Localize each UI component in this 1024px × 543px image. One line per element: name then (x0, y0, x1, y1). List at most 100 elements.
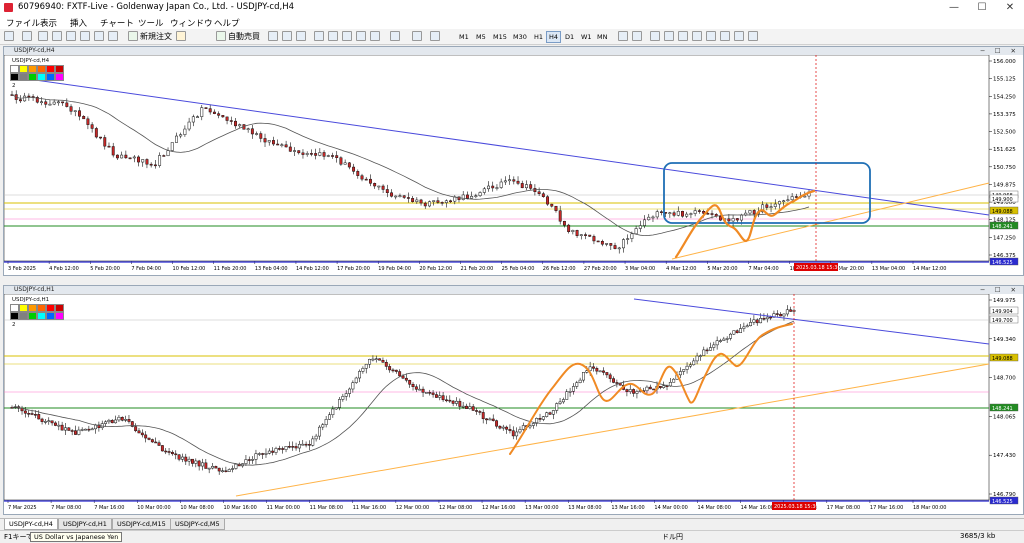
chart-window-h1[interactable]: USDJPY-cd,H1 ─ ☐ ✕ 149.975 149.340 148.700… (3, 285, 1024, 515)
timeframe-m15[interactable]: M15 (490, 31, 510, 43)
palette-color-swatch[interactable] (10, 312, 19, 320)
chart-zoom-icon[interactable] (38, 31, 48, 41)
trendline-icon[interactable] (678, 31, 688, 41)
palette-color-swatch[interactable] (28, 312, 37, 320)
tab-usdjpy-h4[interactable]: USDJPY-cd,H4 (4, 519, 58, 530)
menu-chart[interactable]: チャート (100, 17, 134, 29)
candle-body (652, 388, 656, 391)
tab-usdjpy-m5[interactable]: USDJPY-cd,M5 (170, 519, 225, 530)
timeframe-h1[interactable]: H1 (531, 31, 546, 43)
horizontal-line-icon[interactable] (664, 31, 674, 41)
close-button[interactable]: ✕ (996, 0, 1024, 16)
palette-color-swatch[interactable] (19, 312, 28, 320)
palette-color-swatch[interactable] (55, 312, 64, 320)
vertical-line-icon[interactable] (650, 31, 660, 41)
palette-color-swatch[interactable] (37, 65, 46, 73)
palette-color-swatch[interactable] (19, 73, 28, 81)
palette-color-swatch[interactable] (37, 304, 46, 312)
zoom-out-icon[interactable] (328, 31, 338, 41)
palette-color-swatch[interactable] (10, 304, 19, 312)
palette-color-swatch[interactable] (28, 65, 37, 73)
timeframe-m30[interactable]: M30 (510, 31, 530, 43)
menu-insert[interactable]: 挿入 (70, 17, 87, 29)
arrows-icon[interactable] (748, 31, 758, 41)
candle-body (769, 316, 773, 319)
tab-usdjpy-h1[interactable]: USDJPY-cd,H1 (58, 519, 112, 530)
profiles-icon[interactable] (22, 31, 32, 41)
palette-color-swatch[interactable] (55, 73, 64, 81)
chart-window-h4-buttons[interactable]: ─ ☐ ✕ (981, 47, 1020, 55)
timeframe-h4[interactable]: H4 (546, 31, 562, 43)
palette-color-swatch[interactable] (55, 304, 64, 312)
line-chart-icon[interactable] (296, 31, 306, 41)
new-order-icon[interactable] (128, 31, 138, 41)
channel-icon[interactable] (692, 31, 702, 41)
data-window-icon[interactable] (66, 31, 76, 41)
templates-icon[interactable] (430, 31, 440, 41)
bar-chart-icon[interactable] (268, 31, 278, 41)
palette-color-swatch[interactable] (37, 312, 46, 320)
autoscroll-icon[interactable] (356, 31, 366, 41)
strategy-tester-icon[interactable] (108, 31, 118, 41)
chart-shift-icon[interactable] (370, 31, 380, 41)
menu-file[interactable]: ファイル (6, 17, 40, 29)
palette-color-swatch[interactable] (28, 73, 37, 81)
menu-help[interactable]: ヘルプ (214, 17, 240, 29)
palette-color-swatch[interactable] (46, 65, 55, 73)
crosshair-icon[interactable] (632, 31, 642, 41)
timeframe-m1[interactable]: M1 (456, 31, 472, 43)
y-tick-label: 149.975 (993, 298, 1016, 304)
navigator-icon[interactable] (80, 31, 90, 41)
palette-color-swatch[interactable] (10, 65, 19, 73)
market-watch-icon[interactable] (52, 31, 62, 41)
palette-color-swatch[interactable] (19, 65, 28, 73)
timeframe-mn[interactable]: MN (594, 31, 610, 43)
candle-body (672, 212, 676, 216)
palette-color-swatch[interactable] (10, 73, 19, 81)
auto-trade-button[interactable]: 自動売買 (228, 31, 260, 42)
tab-usdjpy-m15[interactable]: USDJPY-cd,M15 (112, 519, 171, 530)
zoom-in-icon[interactable] (314, 31, 324, 41)
label-icon[interactable] (734, 31, 744, 41)
minimize-button[interactable]: — (940, 0, 968, 16)
price-chart-h1[interactable]: 149.975149.340148.700148.065147.430146.7… (4, 294, 1023, 514)
fibonacci-icon[interactable] (706, 31, 716, 41)
maximize-button[interactable]: ☐ (968, 0, 996, 16)
timeframe-d1[interactable]: D1 (562, 31, 577, 43)
auto-trade-icon[interactable] (216, 31, 226, 41)
candlestick-icon[interactable] (282, 31, 292, 41)
meta-editor-icon[interactable] (176, 31, 186, 41)
chart-window-h1-buttons[interactable]: ─ ☐ ✕ (981, 286, 1020, 294)
text-icon[interactable] (720, 31, 730, 41)
new-chart-icon[interactable] (4, 31, 14, 41)
menu-view[interactable]: 表示 (40, 17, 57, 29)
palette-color-swatch[interactable] (28, 304, 37, 312)
menu-tools[interactable]: ツール (138, 17, 164, 29)
terminal-icon[interactable] (94, 31, 104, 41)
palette-color-swatch[interactable] (37, 73, 46, 81)
drawing-palette[interactable] (10, 65, 64, 81)
palette-color-swatch[interactable] (46, 73, 55, 81)
chart-window-h4[interactable]: USDJPY-cd,H4 ─ ☐ ✕ 156.000 155.125 154.250… (3, 46, 1024, 276)
indicators-icon[interactable] (390, 31, 400, 41)
palette-color-swatch[interactable] (19, 304, 28, 312)
tile-windows-icon[interactable] (342, 31, 352, 41)
palette-color-swatch[interactable] (46, 304, 55, 312)
candle-body (613, 245, 617, 249)
menu-window[interactable]: ウィンドウ (170, 17, 213, 29)
price-chart-h4[interactable]: 156.000 155.125 154.250 153.375 152.500 151.6… (4, 55, 1023, 275)
candle-body (461, 405, 465, 408)
candle-body (250, 128, 254, 135)
candle-body (712, 344, 716, 348)
cursor-icon[interactable] (618, 31, 628, 41)
palette-color-swatch[interactable] (46, 312, 55, 320)
periods-icon[interactable] (412, 31, 422, 41)
timeframe-m5[interactable]: M5 (473, 31, 489, 43)
candle-body (415, 199, 419, 202)
palette-color-swatch[interactable] (55, 65, 64, 73)
new-order-button[interactable]: 新規注文 (140, 31, 172, 42)
drawing-palette[interactable] (10, 304, 64, 320)
candle-body (297, 150, 301, 154)
timeframe-w1[interactable]: W1 (578, 31, 595, 43)
candle-body (82, 115, 86, 120)
